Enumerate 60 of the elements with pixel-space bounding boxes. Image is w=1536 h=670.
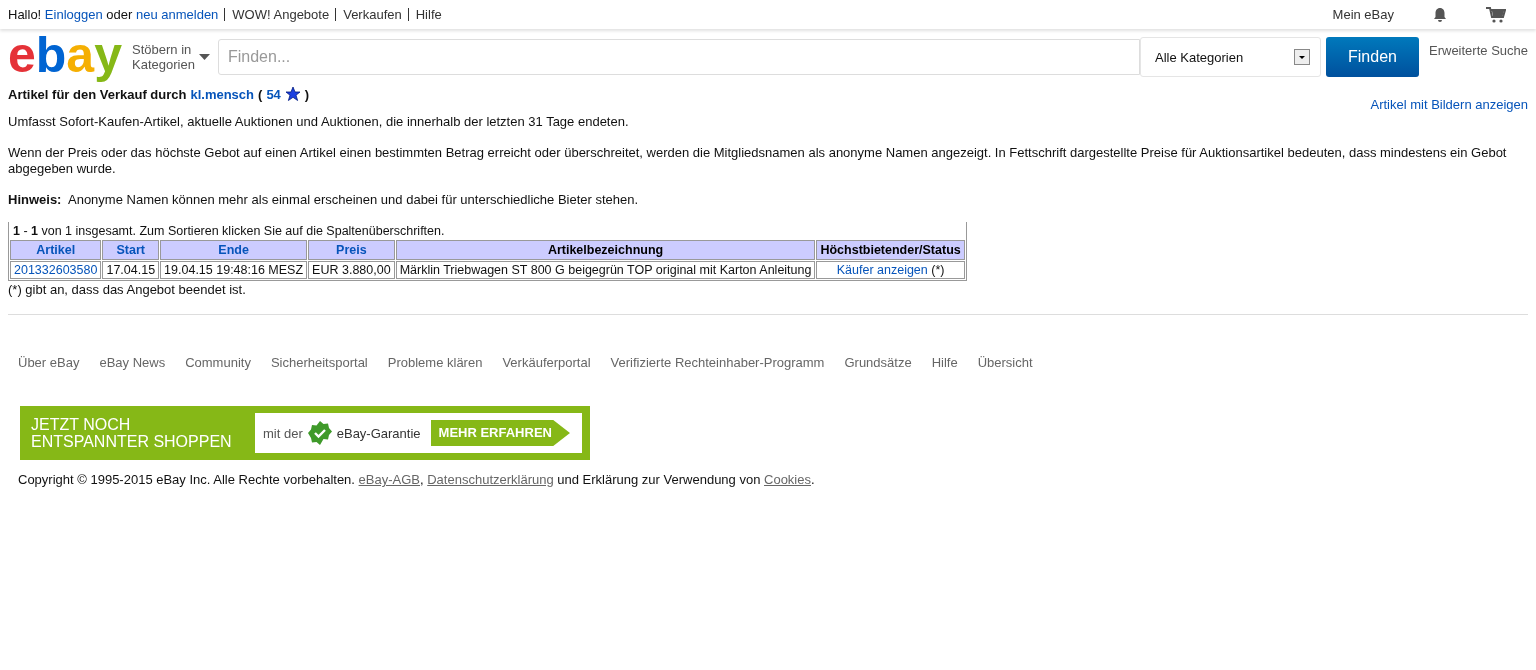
table-cell: 17.04.15 bbox=[102, 261, 160, 279]
footer-link[interactable]: eBay News bbox=[99, 355, 166, 370]
footer-link[interactable]: Verkäuferportal bbox=[502, 355, 591, 370]
table-cell: Märklin Triebwagen ST 800 G beigegrün TOP original mit Karton Anleitung bbox=[395, 261, 816, 279]
table-cell: EUR 3.880,00 bbox=[308, 261, 395, 279]
results-summary: 1 - 1 von 1 insgesamt. Zum Sortieren klicken Sie auf die Spaltenüberschriften. bbox=[12, 223, 446, 239]
column-header[interactable]: Start bbox=[102, 240, 160, 260]
privacy-link[interactable]: Datenschutzerklärung bbox=[427, 472, 554, 487]
login-link[interactable]: Einloggen bbox=[44, 7, 103, 22]
column-header: Höchstbietender/Status bbox=[816, 240, 965, 260]
register-link[interactable]: neu anmelden bbox=[135, 7, 219, 22]
footer-link[interactable]: Sicherheitsportal bbox=[270, 355, 368, 370]
footer-link[interactable]: Hilfe bbox=[931, 355, 958, 370]
table-footnote: (*) gibt an, dass das Angebot beendet ist. bbox=[8, 282, 247, 297]
footer-link[interactable]: Über eBay bbox=[18, 355, 80, 370]
star-icon bbox=[284, 86, 301, 102]
caret-icon bbox=[199, 54, 210, 60]
banner-prefix-text: mit der bbox=[263, 425, 303, 441]
search-field[interactable]: Finden... bbox=[218, 39, 1140, 75]
guarantee-text: eBay-Garantie bbox=[336, 425, 421, 441]
status-text: (*) bbox=[931, 263, 945, 277]
check-badge-icon bbox=[306, 420, 333, 446]
top-nav-link[interactable]: Hilfe bbox=[407, 8, 448, 21]
info-paragraph: Wenn der Preis oder das höchste Gebot auf einen Artikel einen bestimmten Betrag erreicht oder überschreitet, werden die Mitgliedsnamen als anonyme Namen angezeigt. In Fettschrift dargestellte Preise für Auktionsartikel bedeuten, dass mindestens ein Gebot abgegeben wurde. bbox=[8, 145, 1508, 177]
terms-link[interactable]: eBay-AGB bbox=[358, 472, 420, 487]
my-ebay-link[interactable]: Mein eBay bbox=[1332, 7, 1394, 22]
note-paragraph: Hinweis: Anonyme Namen können mehr als einmal erscheinen und dabei für unterschiedliche Bieter stehen. bbox=[8, 192, 640, 208]
item-number-link[interactable]: 201332603580 bbox=[10, 261, 102, 279]
column-header: Artikelbezeichnung bbox=[395, 240, 816, 260]
column-header[interactable]: Preis bbox=[308, 240, 395, 260]
footer-link[interactable]: Übersicht bbox=[977, 355, 1033, 370]
show-with-images-link[interactable]: Artikel mit Bildern anzeigen bbox=[1370, 97, 1528, 112]
cookies-link[interactable]: Cookies bbox=[764, 472, 811, 487]
paren-text: ) bbox=[304, 86, 310, 102]
greeting-text: Hallo! Einloggen oder neu anmelden bbox=[8, 7, 219, 22]
footer-link[interactable]: Grundsätze bbox=[844, 355, 912, 370]
browse-categories-button[interactable]: Stöbern in Kategorien bbox=[128, 42, 218, 72]
cart-icon[interactable] bbox=[1486, 6, 1506, 23]
top-nav-link[interactable]: Verkaufen bbox=[335, 8, 408, 21]
search-button[interactable]: Finden bbox=[1326, 37, 1419, 77]
info-paragraph: Umfasst Sofort-Kaufen-Artikel, aktuelle Auktionen und Auktionen, die innerhalb der letzten 31 Tage endeten. bbox=[8, 114, 630, 130]
column-header[interactable]: Artikel bbox=[10, 240, 102, 260]
show-buyer-link[interactable]: Käufer anzeigen bbox=[836, 263, 928, 277]
copyright-text: Copyright © 1995-2015 eBay Inc. Alle Rechte vorbehalten. eBay-AGB, Datenschutzerklärung und Erklärung zur Verwendung von Cookies. bbox=[17, 471, 816, 487]
footer-link[interactable]: Verifizierte Rechteinhaber-Programm bbox=[610, 355, 825, 370]
guarantee-banner[interactable]: JETZT NOCH ENTSPANNTER SHOPPEN mit der eBay-Garantie MEHR ERFAHREN bbox=[20, 406, 590, 460]
category-dropdown[interactable]: Alle Kategorien bbox=[1140, 37, 1321, 77]
notification-icon[interactable] bbox=[1432, 6, 1448, 23]
top-nav-link[interactable]: WOW! Angebote bbox=[224, 8, 336, 21]
seller-heading: Artikel für den Verkauf durch bbox=[8, 86, 187, 102]
advanced-search-link[interactable]: Erweiterte Suche bbox=[1429, 43, 1528, 58]
ebay-logo[interactable]: ebay bbox=[8, 25, 122, 85]
table-cell: 19.04.15 19:48:16 MESZ bbox=[160, 261, 308, 279]
paren-text: ( bbox=[258, 86, 263, 102]
footer-link[interactable]: Community bbox=[185, 355, 251, 370]
seller-name-link[interactable]: kl.mensch bbox=[190, 86, 255, 102]
feedback-score-link[interactable]: 54 bbox=[266, 86, 281, 102]
banner-headline: JETZT NOCH ENTSPANNTER SHOPPEN bbox=[31, 416, 232, 450]
footer-link[interactable]: Probleme klären bbox=[387, 355, 483, 370]
column-header[interactable]: Ende bbox=[160, 240, 308, 260]
